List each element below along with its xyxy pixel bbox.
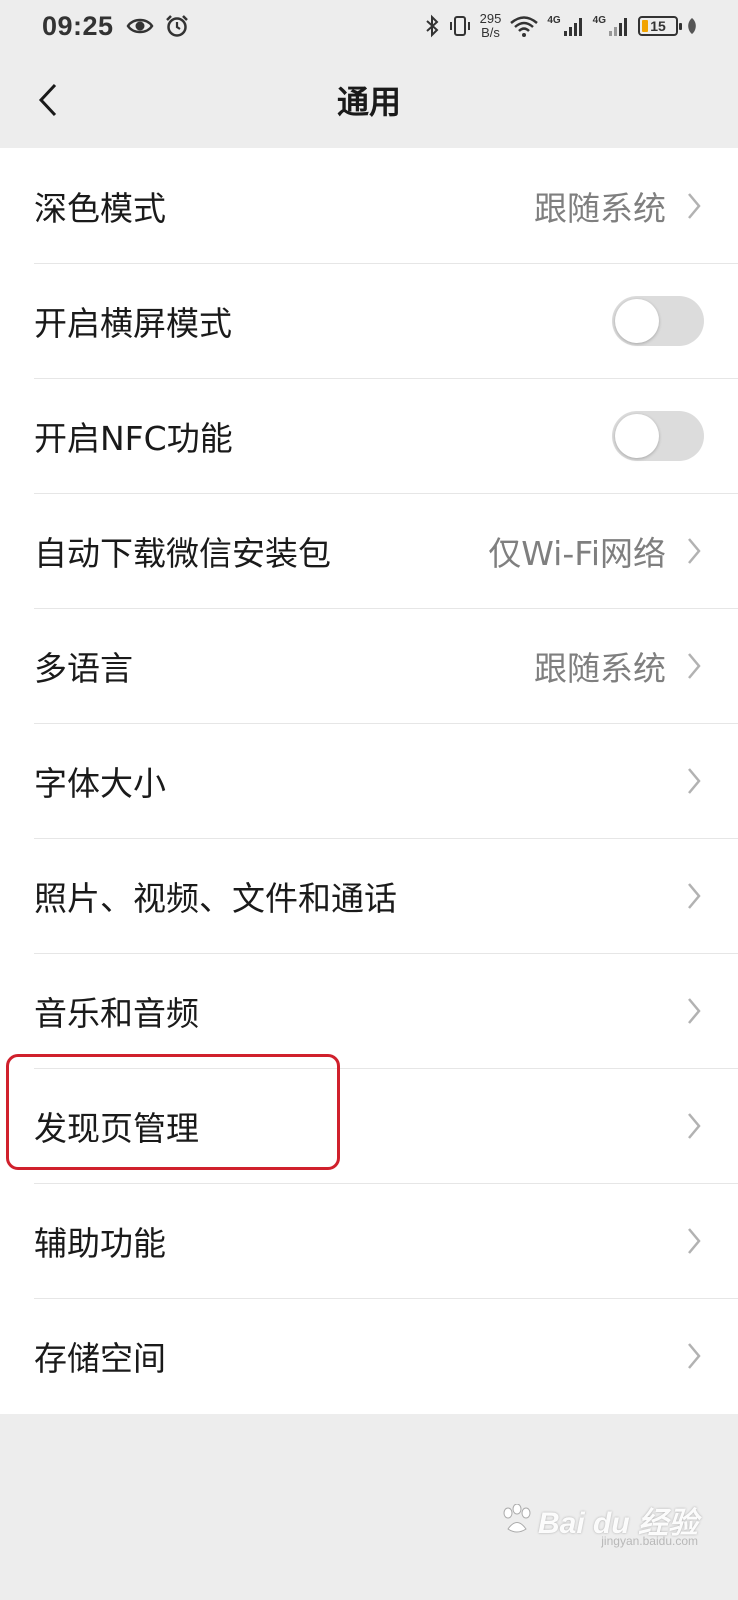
status-time: 09:25 <box>42 10 114 41</box>
setting-label: 开启NFC功能 <box>34 418 233 458</box>
leaf-icon <box>688 18 696 34</box>
eye-icon <box>126 18 154 34</box>
toggle-knob <box>615 413 659 458</box>
net-speed-unit: B/s <box>481 25 500 40</box>
setting-auto-download[interactable]: 自动下载微信安装包 仅Wi-Fi网络 <box>0 493 738 608</box>
network-type-1: 4G <box>547 15 561 26</box>
setting-dark-mode[interactable]: 深色模式 跟随系统 <box>0 148 738 263</box>
settings-list: 深色模式 跟随系统 开启横屏模式 开启NFC功能 自动下载微信安装包 仅Wi-F… <box>0 148 738 1414</box>
chevron-right-icon <box>684 994 704 1028</box>
page-title: 通用 <box>336 83 401 121</box>
network-type-2: 4G <box>592 15 606 26</box>
battery-icon: 15 <box>638 16 682 36</box>
setting-language[interactable]: 多语言 跟随系统 <box>0 608 738 723</box>
signal-bars-icon <box>609 18 627 36</box>
chevron-right-icon <box>684 879 704 913</box>
bluetooth-icon <box>425 14 439 38</box>
signal-2: 4G <box>593 15 630 37</box>
setting-label: 开启横屏模式 <box>34 303 232 343</box>
back-button[interactable] <box>24 76 72 124</box>
paw-icon <box>503 1504 531 1533</box>
setting-landscape-mode: 开启横屏模式 <box>0 263 738 378</box>
alarm-icon <box>165 15 188 37</box>
setting-label: 音乐和音频 <box>34 993 199 1033</box>
chevron-right-icon <box>684 1224 704 1258</box>
toggle-knob <box>615 298 659 343</box>
setting-label: 照片、视频、文件和通话 <box>34 878 397 918</box>
setting-label: 自动下载微信安装包 <box>34 533 331 573</box>
setting-nfc: 开启NFC功能 <box>0 378 738 493</box>
wifi-icon <box>510 16 539 37</box>
net-speed-value: 295 <box>479 11 502 26</box>
setting-label: 字体大小 <box>34 763 166 803</box>
highlight-annotation <box>6 1054 340 1170</box>
chevron-right-icon <box>684 1339 704 1373</box>
landscape-toggle[interactable] <box>612 295 704 346</box>
status-left-icons <box>126 14 190 38</box>
nav-bar: 通用 <box>0 52 738 148</box>
signal-1: 4G <box>547 15 584 37</box>
watermark-url: jingyan.baidu.com <box>601 1534 698 1548</box>
chevron-right-icon <box>684 534 704 568</box>
setting-value: 跟随系统 <box>534 188 666 228</box>
setting-label: 辅助功能 <box>34 1223 166 1263</box>
signal-bars-icon <box>563 18 582 36</box>
status-bar: 09:25 295 B/s 4G 4G 15 <box>0 0 738 52</box>
setting-label: 多语言 <box>34 648 133 688</box>
baidu-watermark: Bai du 经验 jingyan.baidu.com <box>500 1498 698 1548</box>
nfc-toggle[interactable] <box>612 410 704 461</box>
chevron-right-icon <box>684 189 704 223</box>
setting-value: 跟随系统 <box>534 648 666 688</box>
chevron-right-icon <box>684 764 704 798</box>
net-speed: 295 B/s <box>480 12 502 40</box>
setting-storage[interactable]: 存储空间 <box>0 1298 738 1413</box>
setting-accessibility[interactable]: 辅助功能 <box>0 1183 738 1298</box>
setting-font-size[interactable]: 字体大小 <box>0 723 738 838</box>
chevron-right-icon <box>684 1109 704 1143</box>
back-arrow-icon <box>38 83 57 117</box>
battery-fill <box>642 20 648 32</box>
setting-label: 存储空间 <box>34 1338 166 1378</box>
setting-music-audio[interactable]: 音乐和音频 <box>0 953 738 1068</box>
setting-media[interactable]: 照片、视频、文件和通话 <box>0 838 738 953</box>
status-right-icons: 295 B/s 4G 4G 15 <box>424 12 698 40</box>
battery-level: 15 <box>650 18 666 34</box>
setting-value: 仅Wi-Fi网络 <box>488 533 666 573</box>
chevron-right-icon <box>684 649 704 683</box>
setting-label: 深色模式 <box>34 188 166 228</box>
vibrate-icon <box>449 16 470 36</box>
